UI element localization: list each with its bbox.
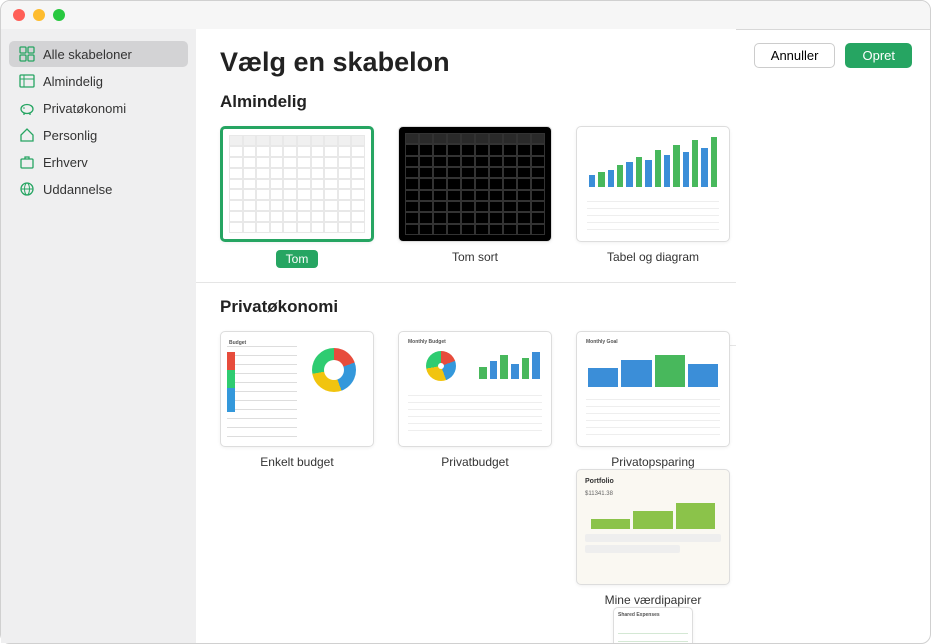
- template-row-finance: Budget Enkelt budget Monthly Budget: [220, 331, 736, 643]
- sidebar-item-basic[interactable]: Almindelig: [9, 68, 188, 94]
- template-label: Mine værdipapirer: [605, 593, 702, 607]
- sidebar-item-education[interactable]: Uddannelse: [9, 176, 188, 202]
- template-thumb-shared-expenses: Shared Expenses: [613, 607, 693, 643]
- sidebar-item-all-templates[interactable]: Alle skabeloner: [9, 41, 188, 67]
- spreadsheet-icon: [19, 73, 35, 89]
- section-title-finance: Privatøkonomi: [220, 297, 736, 317]
- template-shared-expenses[interactable]: Shared Expenses Delte udg: [613, 607, 693, 643]
- template-thumb-table-chart: [576, 126, 730, 242]
- template-thumb-blank: [220, 126, 374, 242]
- titlebar: [1, 1, 930, 29]
- maximize-icon[interactable]: [53, 9, 65, 21]
- main-content: Vælg en skabelon Almindelig: [196, 29, 736, 643]
- template-monthly-goal[interactable]: Monthly Goal Privatopsparing Portfolio $…: [576, 331, 730, 643]
- globe-icon: [19, 181, 35, 197]
- sidebar-item-personal[interactable]: Personlig: [9, 122, 188, 148]
- grid-all-icon: [19, 46, 35, 62]
- sidebar-item-label: Erhverv: [43, 155, 88, 170]
- template-thumb-simple-budget: Budget: [220, 331, 374, 447]
- sidebar-item-label: Alle skabeloner: [43, 47, 132, 62]
- minimize-icon[interactable]: [33, 9, 45, 21]
- template-row-basic: Tom Tom sort: [220, 126, 736, 268]
- window-controls: [13, 9, 65, 21]
- template-table-chart[interactable]: Tabel og diagram: [576, 126, 730, 268]
- template-thumb-blank-dark: [398, 126, 552, 242]
- close-icon[interactable]: [13, 9, 25, 21]
- create-button[interactable]: Opret: [845, 43, 912, 68]
- template-simple-budget[interactable]: Budget Enkelt budget: [220, 331, 374, 643]
- piggy-bank-icon: [19, 100, 35, 116]
- footer: Annuller Opret: [736, 29, 930, 81]
- template-blank-dark[interactable]: Tom sort: [398, 126, 552, 268]
- briefcase-icon: [19, 154, 35, 170]
- sidebar-item-label: Personlig: [43, 128, 97, 143]
- sidebar-item-label: Privatøkonomi: [43, 101, 126, 116]
- sidebar-item-label: Uddannelse: [43, 182, 112, 197]
- template-thumb-portfolio: Portfolio $11341.38: [576, 469, 730, 585]
- template-blank[interactable]: Tom: [220, 126, 374, 268]
- template-portfolio[interactable]: Portfolio $11341.38 Mine værdipapirer: [576, 469, 730, 607]
- sidebar-item-personal-finance[interactable]: Privatøkonomi: [9, 95, 188, 121]
- template-label: Privatopsparing: [611, 455, 694, 469]
- cancel-button[interactable]: Annuller: [754, 43, 836, 68]
- template-label: Tom sort: [452, 250, 498, 264]
- template-label: Enkelt budget: [260, 455, 333, 469]
- sidebar-item-business[interactable]: Erhverv: [9, 149, 188, 175]
- section-title-basic: Almindelig: [220, 92, 736, 112]
- sidebar-item-label: Almindelig: [43, 74, 103, 89]
- template-label: Tabel og diagram: [607, 250, 699, 264]
- template-label: Tom: [276, 250, 319, 268]
- template-monthly-budget[interactable]: Monthly Budget Privatbudget: [398, 331, 552, 643]
- template-thumb-monthly-goal: Monthly Goal: [576, 331, 730, 447]
- page-title: Vælg en skabelon: [220, 47, 736, 78]
- template-thumb-monthly-budget: Monthly Budget: [398, 331, 552, 447]
- house-icon: [19, 127, 35, 143]
- sidebar: Alle skabeloner Almindelig Privatøkonomi…: [1, 29, 196, 643]
- template-label: Privatbudget: [441, 455, 508, 469]
